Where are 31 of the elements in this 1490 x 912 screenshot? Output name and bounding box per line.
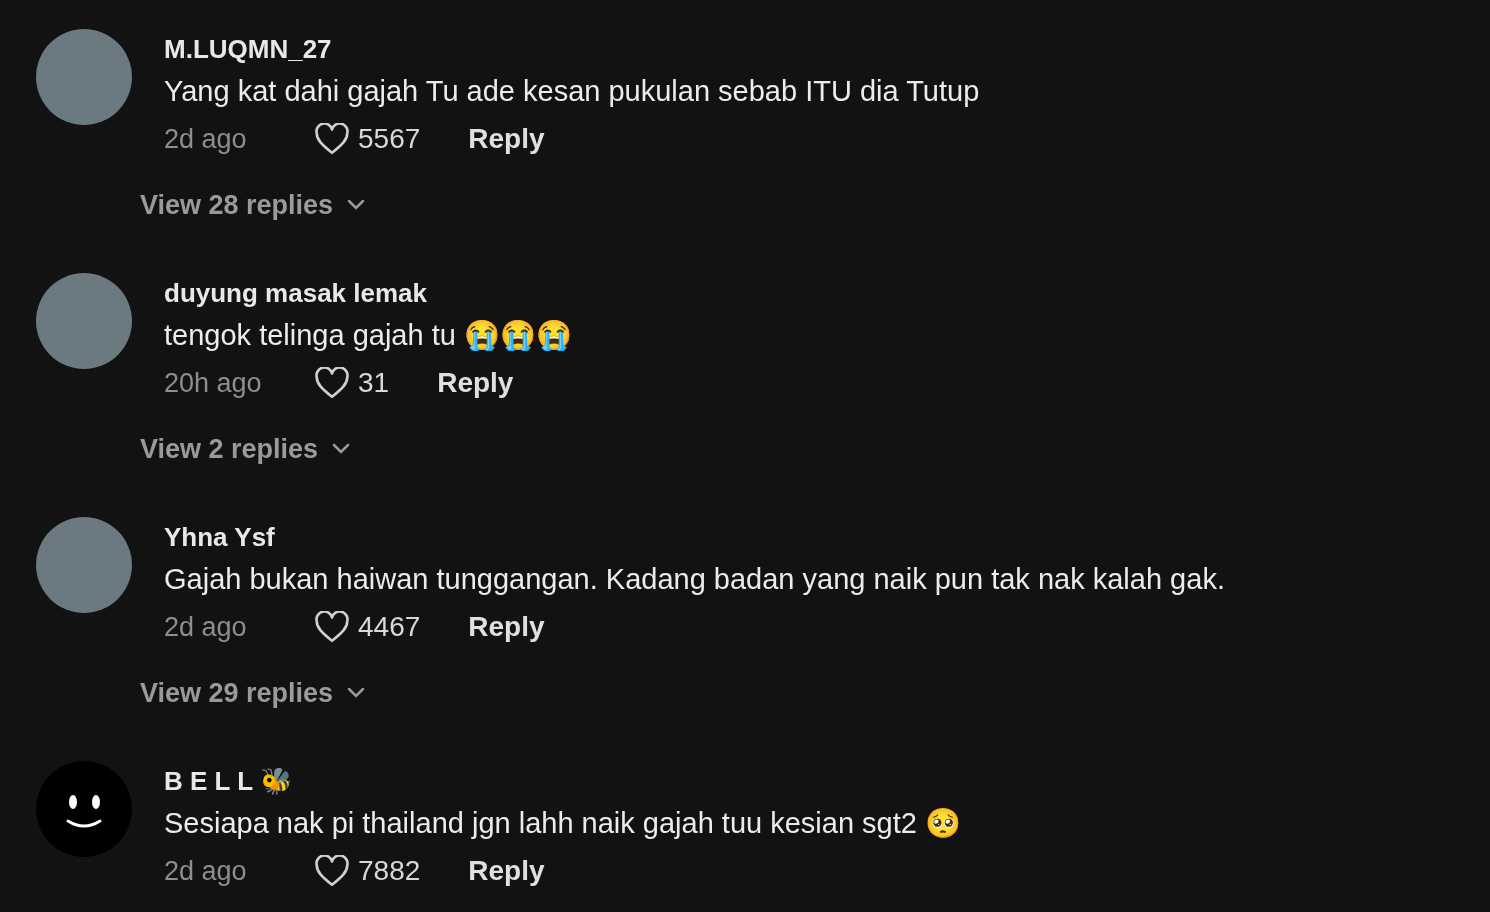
reply-button[interactable]: Reply xyxy=(468,851,545,891)
comment-text: Gajah bukan haiwan tunggangan. Kadang badan yang naik pun tak nak kalah gak. xyxy=(164,562,1225,597)
timestamp: 2d ago xyxy=(164,611,248,644)
comment-text: Sesiapa nak pi thailand jgn lahh naik gajah tuu kesian sgt2 🥺 xyxy=(164,806,961,841)
heart-icon[interactable] xyxy=(314,855,350,887)
chevron-down-icon xyxy=(347,687,366,699)
heart-icon[interactable] xyxy=(314,611,350,643)
like-count: 5567 xyxy=(358,122,421,156)
like-count: 7882 xyxy=(358,854,421,888)
chevron-down-icon xyxy=(332,443,351,455)
username[interactable]: B E L L 🐝 xyxy=(164,763,961,799)
username[interactable]: M.LUQMN_27 xyxy=(164,31,980,67)
timestamp: 2d ago xyxy=(164,123,248,156)
reply-button[interactable]: Reply xyxy=(468,119,545,159)
reply-button[interactable]: Reply xyxy=(437,363,514,403)
comment-text: Yang kat dahi gajah Tu ade kesan pukulan sebab ITU dia Tutup xyxy=(164,74,980,109)
heart-icon[interactable] xyxy=(314,123,350,155)
view-replies-button[interactable]: View 29 replies xyxy=(140,673,1225,713)
like-count: 4467 xyxy=(358,610,421,644)
comment-text: tengok telinga gajah tu 😭😭😭 xyxy=(164,318,572,353)
smiley-avatar-icon[interactable] xyxy=(36,761,132,857)
view-replies-button[interactable]: View 28 replies xyxy=(140,185,980,225)
view-replies-button[interactable]: View 2 replies xyxy=(140,429,572,469)
username[interactable]: Yhna Ysf xyxy=(164,519,1225,555)
reply-button[interactable]: Reply xyxy=(468,607,545,647)
heart-icon[interactable] xyxy=(314,367,350,399)
like-count: 31 xyxy=(358,366,390,400)
timestamp: 2d ago xyxy=(164,855,248,888)
chevron-down-icon xyxy=(347,199,366,211)
username[interactable]: duyung masak lemak xyxy=(164,275,572,311)
timestamp: 20h ago xyxy=(164,367,263,400)
